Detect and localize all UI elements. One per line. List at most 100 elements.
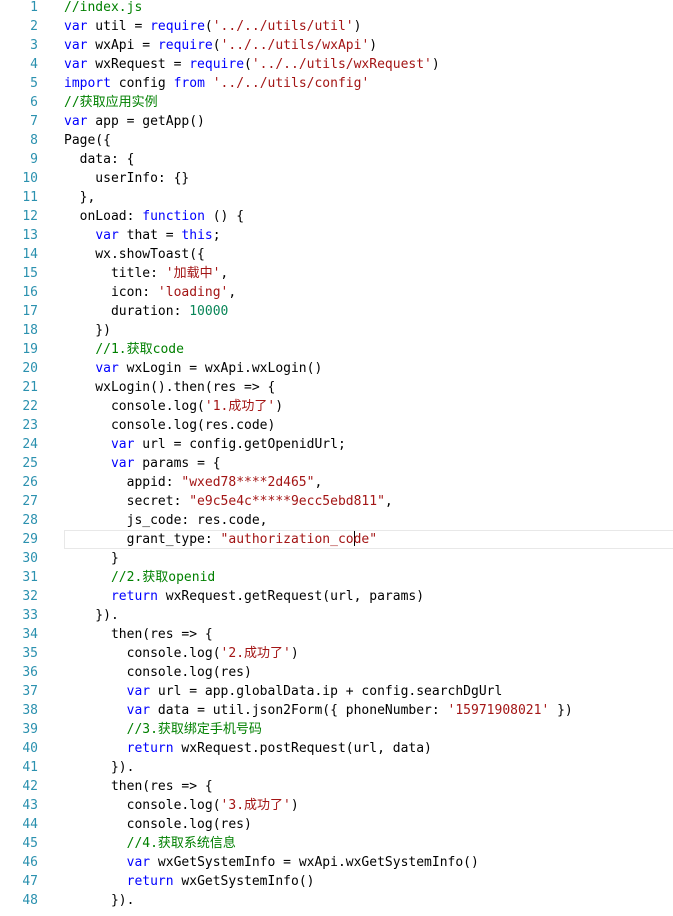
code-text[interactable]: duration: 10000 [64,302,228,321]
code-line[interactable]: 36 console.log(res) [0,663,673,682]
code-line[interactable]: 15 title: '加载中', [0,264,673,283]
code-line[interactable]: 12 onLoad: function () { [0,207,673,226]
code-line[interactable]: 47 return wxGetSystemInfo() [0,872,673,891]
code-token: var [126,855,151,870]
code-line[interactable]: 44 console.log(res) [0,815,673,834]
code-token: ( [212,38,221,53]
code-line[interactable]: 3 var wxApi = require('../../utils/wxApi'… [0,36,673,55]
code-text[interactable]: var wxLogin = wxApi.wxLogin() [64,359,322,378]
code-text[interactable]: } [64,549,119,568]
code-line[interactable]: 1 //index.js [0,0,673,17]
code-line[interactable]: 35 console.log('2.成功了') [0,644,673,663]
code-text[interactable]: //获取应用实例 [64,93,158,112]
code-text[interactable]: title: '加载中', [64,264,228,283]
code-line[interactable]: 32 return wxRequest.getRequest(url, para… [0,587,673,606]
code-text[interactable]: icon: 'loading', [64,283,236,302]
code-text[interactable]: Page({ [64,131,111,150]
code-text[interactable]: var that = this; [64,226,220,245]
code-line[interactable]: 11 }, [0,188,673,207]
code-text[interactable]: then(res => { [64,625,213,644]
code-line[interactable]: 26 appid: "wxed78****2d465", [0,473,673,492]
code-text[interactable]: return wxGetSystemInfo() [64,872,315,891]
code-line[interactable]: 24 var url = config.getOpenidUrl; [0,435,673,454]
code-line[interactable]: 5 import config from '../../utils/config' [0,74,673,93]
code-line[interactable]: 10 userInfo: {} [0,169,673,188]
code-line[interactable]: 20 var wxLogin = wxApi.wxLogin() [0,359,673,378]
code-text[interactable]: var util = require('../../utils/util') [64,17,361,36]
code-text[interactable]: }). [64,758,135,777]
code-text[interactable]: var wxGetSystemInfo = wxApi.wxGetSystemI… [64,853,479,872]
code-text[interactable]: var wxRequest = require('../../utils/wxR… [64,55,440,74]
code-line[interactable]: 6 //获取应用实例 [0,93,673,112]
code-text[interactable]: }, [64,188,96,207]
code-text[interactable]: wx.showToast({ [64,245,205,264]
code-line[interactable]: 17 duration: 10000 [0,302,673,321]
code-line[interactable]: 18 }) [0,321,673,340]
code-line[interactable]: 21 wxLogin().then(res => { [0,378,673,397]
code-line[interactable]: 16 icon: 'loading', [0,283,673,302]
code-line[interactable]: 41 }). [0,758,673,777]
code-line[interactable]: 2 var util = require('../../utils/util') [0,17,673,36]
code-text[interactable]: console.log(res) [64,815,252,834]
code-text[interactable]: var url = config.getOpenidUrl; [64,435,346,454]
code-line[interactable]: 39 //3.获取绑定手机号码 [0,720,673,739]
code-line[interactable]: 8 Page({ [0,131,673,150]
code-line[interactable]: 46 var wxGetSystemInfo = wxApi.wxGetSyst… [0,853,673,872]
code-text[interactable]: //2.获取openid [64,568,215,587]
code-text[interactable]: import config from '../../utils/config' [64,74,369,93]
code-text[interactable]: then(res => { [64,777,213,796]
code-line[interactable]: 7 var app = getApp() [0,112,673,131]
code-text[interactable]: //1.获取code [64,340,184,359]
code-text[interactable]: data: { [64,150,135,169]
code-text[interactable]: console.log(res) [64,663,252,682]
code-line[interactable]: 13 var that = this; [0,226,673,245]
code-line[interactable]: 4 var wxRequest = require('../../utils/wx… [0,55,673,74]
code-text[interactable]: //index.js [64,0,142,17]
code-line[interactable]: 38 var data = util.json2Form({ phoneNumb… [0,701,673,720]
code-line[interactable]: 9 data: { [0,150,673,169]
code-line[interactable]: 27 secret: "e9c5e4c*****9ecc5ebd811", [0,492,673,511]
code-text[interactable]: onLoad: function () { [64,207,244,226]
code-line[interactable]: 22 console.log('1.成功了') [0,397,673,416]
code-text[interactable]: userInfo: {} [64,169,189,188]
code-text[interactable]: secret: "e9c5e4c*****9ecc5ebd811", [64,492,393,511]
code-text[interactable]: var data = util.json2Form({ phoneNumber:… [64,701,573,720]
code-line[interactable]: 40 return wxRequest.postRequest(url, dat… [0,739,673,758]
code-text[interactable]: }). [64,891,135,910]
code-text[interactable]: console.log('1.成功了') [64,397,283,416]
code-text[interactable]: console.log(res.code) [64,416,275,435]
code-text[interactable]: var wxApi = require('../../utils/wxApi') [64,36,377,55]
code-line[interactable]: 30 } [0,549,673,568]
code-line[interactable]: 14 wx.showToast({ [0,245,673,264]
code-line[interactable]: 25 var params = { [0,454,673,473]
code-text[interactable]: //4.获取系统信息 [64,834,236,853]
code-text[interactable]: appid: "wxed78****2d465", [64,473,323,492]
code-text[interactable]: var params = { [64,454,221,473]
code-line[interactable]: 48 }). [0,891,673,910]
code-text[interactable]: }) [64,321,111,340]
code-line[interactable]: 23 console.log(res.code) [0,416,673,435]
code-text[interactable]: var app = getApp() [64,112,205,131]
code-line[interactable]: 28 js_code: res.code, [0,511,673,530]
code-line[interactable]: 34 then(res => { [0,625,673,644]
code-text[interactable]: }). [64,606,119,625]
code-line[interactable]: 31 //2.获取openid [0,568,673,587]
code-text[interactable]: grant_type: "authorization_code" [64,530,377,549]
code-text[interactable]: return wxRequest.postRequest(url, data) [64,739,432,758]
code-line[interactable]: 45 //4.获取系统信息 [0,834,673,853]
code-line[interactable]: 33 }). [0,606,673,625]
code-text[interactable]: //3.获取绑定手机号码 [64,720,262,739]
code-text[interactable]: var url = app.globalData.ip + config.sea… [64,682,503,701]
code-line[interactable]: 42 then(res => { [0,777,673,796]
line-number: 11 [22,190,38,205]
code-line[interactable]: 37 var url = app.globalData.ip + config.… [0,682,673,701]
code-text[interactable]: wxLogin().then(res => { [64,378,275,397]
code-text[interactable]: return wxRequest.getRequest(url, params) [64,587,424,606]
code-text[interactable]: console.log('2.成功了') [64,644,299,663]
code-line[interactable]: 29 grant_type: "authorization_code" [0,530,673,549]
code-editor[interactable]: 1//index.js 2 var util = require('../../ut… [0,0,673,916]
code-text[interactable]: console.log('3.成功了') [64,796,299,815]
code-line[interactable]: 43 console.log('3.成功了') [0,796,673,815]
code-text[interactable]: js_code: res.code, [64,511,268,530]
code-line[interactable]: 19 //1.获取code [0,340,673,359]
